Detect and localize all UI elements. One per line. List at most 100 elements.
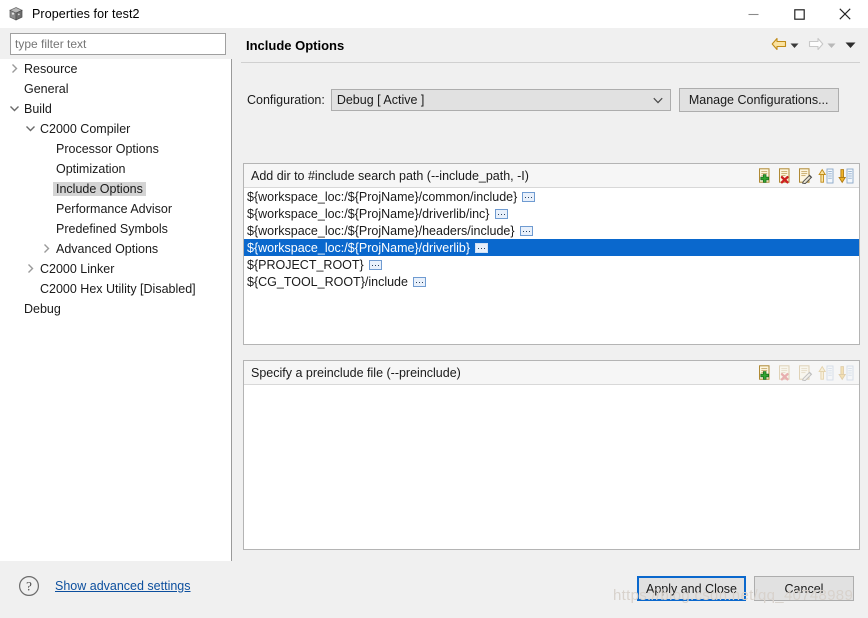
sidebar-item-label: Predefined Symbols [56,222,168,236]
page-header: Include Options [233,28,868,62]
sidebar-item-include-options[interactable]: Include Options [0,179,231,199]
sidebar-item-label: C2000 Linker [40,262,115,276]
sidebar-item-label: Performance Advisor [56,202,173,216]
list-item-label: ${workspace_loc:/${ProjName}/common/incl… [247,189,518,204]
sidebar-item-predefined-symbols[interactable]: Predefined Symbols [0,219,231,239]
preinclude-file-group: Specify a preinclude file (--preinclude) [243,360,860,550]
list-item[interactable]: ${workspace_loc:/${ProjName}/headers/inc… [244,222,859,239]
group-title: Add dir to #include search path (--inclu… [251,168,529,183]
sidebar-item-debug[interactable]: Debug [0,299,231,319]
move-down-icon[interactable] [838,168,854,184]
sidebar-item-label: C2000 Hex Utility [Disabled] [40,282,196,296]
page-menu-chevron-down-icon[interactable] [845,38,856,52]
edit-icon [798,364,814,381]
window-title-bar: Properties for test2 [0,0,868,28]
window-controls [730,0,868,28]
sidebar-item-advanced-options[interactable]: Advanced Options [0,239,231,259]
sidebar-item-label: Build [24,102,52,116]
maximize-button[interactable] [776,0,822,28]
chevron-right-icon[interactable] [8,63,21,74]
browse-ellipsis-icon[interactable] [494,208,508,219]
list-item-label: ${workspace_loc:/${ProjName}/driverlib/i… [247,206,490,221]
sidebar-item-c2000-hex-utility-disabled[interactable]: C2000 Hex Utility [Disabled] [0,279,231,299]
delete-icon[interactable] [778,167,794,184]
sidebar-item-label: Include Options [53,182,146,196]
list-item[interactable]: ${CG_TOOL_ROOT}/include [244,273,859,290]
group-header: Specify a preinclude file (--preinclude) [244,361,859,385]
help-icon[interactable]: ? [18,575,40,600]
list-item-label: ${PROJECT_ROOT} [247,257,364,272]
forward-dropdown-chevron-down-icon [827,38,836,52]
forward-arrow-icon [808,37,824,54]
page-nav-icons [771,37,856,54]
list-item[interactable]: ${workspace_loc:/${ProjName}/driverlib/i… [244,205,859,222]
move-down-icon [838,365,854,381]
include-path-list[interactable]: ${workspace_loc:/${ProjName}/common/incl… [244,188,859,344]
window-title: Properties for test2 [32,7,140,21]
configuration-selected-value: Debug [ Active ] [336,93,425,107]
sidebar-item-c2000-compiler[interactable]: C2000 Compiler [0,119,231,139]
sidebar-item-c2000-linker[interactable]: C2000 Linker [0,259,231,279]
sidebar-item-label: Optimization [56,162,126,176]
group-header: Add dir to #include search path (--inclu… [244,164,859,188]
configuration-select[interactable]: Debug [ Active ] [330,89,671,111]
browse-ellipsis-icon[interactable] [368,259,382,270]
settings-tree[interactable]: Resource General Build C2000 Compiler Proces… [0,59,232,585]
add-icon[interactable] [758,167,774,184]
sidebar-item-label: Debug [24,302,61,316]
cancel-button[interactable]: Cancel [754,576,854,601]
sidebar-item-optimization[interactable]: Optimization [0,159,231,179]
include-search-path-group: Add dir to #include search path (--inclu… [243,163,860,345]
page-title: Include Options [246,37,345,53]
browse-ellipsis-icon[interactable] [412,276,426,287]
list-item-label: ${workspace_loc:/${ProjName}/headers/inc… [247,223,515,238]
chevron-down-icon[interactable] [8,104,21,114]
preinclude-file-list[interactable] [244,385,859,549]
apply-and-close-button[interactable]: Apply and Close [637,576,746,601]
back-dropdown-chevron-down-icon[interactable] [790,38,799,52]
sidebar-item-build[interactable]: Build [0,99,231,119]
chevron-down-icon[interactable] [24,124,37,134]
sidebar-item-resource[interactable]: Resource [0,59,231,79]
chevron-down-icon [653,93,663,107]
group-toolbar [758,167,854,184]
header-divider [241,62,860,63]
sidebar-item-label: Resource [24,62,78,76]
group-title: Specify a preinclude file (--preinclude) [251,365,461,380]
move-up-icon[interactable] [818,168,834,184]
sidebar-item-label: Processor Options [56,142,159,156]
svg-text:?: ? [26,579,32,594]
back-arrow-icon[interactable] [771,37,787,54]
show-advanced-settings-link[interactable]: Show advanced settings [55,579,191,593]
sidebar-item-performance-advisor[interactable]: Performance Advisor [0,199,231,219]
filter-input[interactable] [10,33,226,55]
sidebar-item-general[interactable]: General [0,79,231,99]
dialog-footer: ? Show advanced settings Apply and Close… [0,561,868,618]
delete-icon [778,364,794,381]
page-pane: Include Options Configuration: Debug [A… [233,28,868,561]
browse-ellipsis-icon[interactable] [522,191,536,202]
minimize-button[interactable] [730,0,776,28]
group-toolbar [758,364,854,381]
list-item[interactable]: ${workspace_loc:/${ProjName}/common/incl… [244,188,859,205]
browse-ellipsis-icon[interactable] [475,242,489,253]
cube-icon [8,6,24,22]
list-item-label: ${workspace_loc:/${ProjName}/driverlib} [247,240,471,255]
configuration-label: Configuration: [247,93,325,107]
dialog-body: Resource General Build C2000 Compiler Proces… [0,28,868,585]
add-icon[interactable] [758,364,774,381]
sidebar-item-label: C2000 Compiler [40,122,131,136]
sidebar-item-processor-options[interactable]: Processor Options [0,139,231,159]
close-button[interactable] [822,0,868,28]
edit-icon[interactable] [798,167,814,184]
chevron-right-icon[interactable] [24,263,37,274]
configuration-row: Configuration: Debug [ Active ] Manage C… [247,88,857,112]
manage-configurations-button[interactable]: Manage Configurations... [678,88,839,112]
chevron-right-icon[interactable] [40,243,53,254]
list-item[interactable]: ${PROJECT_ROOT} [244,256,859,273]
list-item-label: ${CG_TOOL_ROOT}/include [247,274,408,289]
list-item[interactable]: ${workspace_loc:/${ProjName}/driverlib} [244,239,859,256]
sidebar-item-label: General [24,82,69,96]
browse-ellipsis-icon[interactable] [519,225,533,236]
sidebar-item-label: Advanced Options [56,242,159,256]
